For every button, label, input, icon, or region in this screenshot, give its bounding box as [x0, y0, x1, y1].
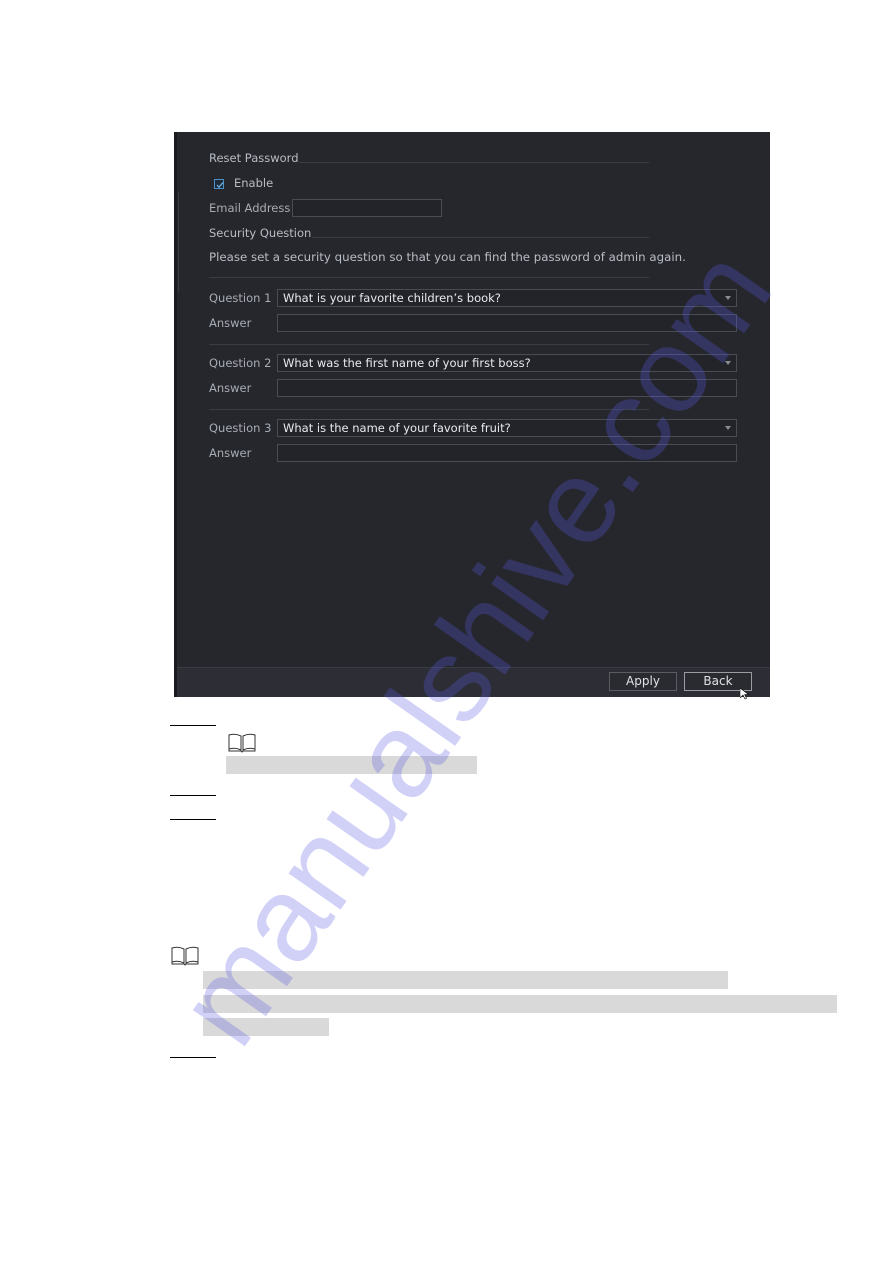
question-2-select[interactable]: What was the first name of your first bo… [277, 354, 737, 372]
answer-3-input[interactable] [277, 444, 737, 462]
reset-password-screenshot: Reset Password Enable Email Address Secu… [174, 132, 770, 700]
email-address-label: Email Address [209, 201, 291, 215]
note-highlight [203, 971, 728, 989]
question-2-label: Question 2 [209, 356, 272, 370]
question-3-value: What is the name of your favorite fruit? [283, 421, 511, 435]
step-marker [170, 725, 216, 726]
reset-password-title: Reset Password [209, 151, 299, 165]
step-marker [170, 795, 216, 796]
mouse-cursor-icon [740, 688, 750, 700]
answer-2-label: Answer [209, 381, 252, 395]
answer-2-input[interactable] [277, 379, 737, 397]
step-marker [170, 1057, 216, 1058]
note-book-icon [228, 733, 256, 753]
answer-3-label: Answer [209, 446, 252, 460]
enable-checkbox[interactable] [214, 179, 224, 189]
apply-button[interactable]: Apply [609, 672, 677, 691]
question-divider [209, 344, 649, 345]
panel-edge [178, 192, 179, 292]
question-divider [209, 409, 649, 410]
note-highlight [226, 756, 477, 774]
question-1-select[interactable]: What is your favorite children’s book? [277, 289, 737, 307]
note-highlight [203, 995, 837, 1013]
answer-1-label: Answer [209, 316, 252, 330]
question-1-label: Question 1 [209, 291, 272, 305]
enable-label: Enable [234, 176, 274, 190]
question-2-value: What was the first name of your first bo… [283, 356, 531, 370]
answer-1-input[interactable] [277, 314, 737, 332]
question-3-label: Question 3 [209, 421, 272, 435]
security-question-title: Security Question [209, 226, 312, 240]
chevron-down-icon [725, 296, 731, 300]
email-address-input[interactable] [292, 199, 442, 217]
section-divider [312, 237, 649, 238]
section-divider [209, 277, 649, 278]
section-divider [299, 162, 649, 163]
note-highlight [203, 1018, 329, 1036]
chevron-down-icon [725, 426, 731, 430]
note-book-icon [171, 946, 199, 966]
question-1-value: What is your favorite children’s book? [283, 291, 501, 305]
footer-bar: Apply Back [177, 667, 770, 700]
chevron-down-icon [725, 361, 731, 365]
step-marker [170, 819, 216, 820]
question-3-select[interactable]: What is the name of your favorite fruit? [277, 419, 737, 437]
security-instruction: Please set a security question so that y… [209, 250, 686, 264]
check-icon [216, 182, 224, 189]
